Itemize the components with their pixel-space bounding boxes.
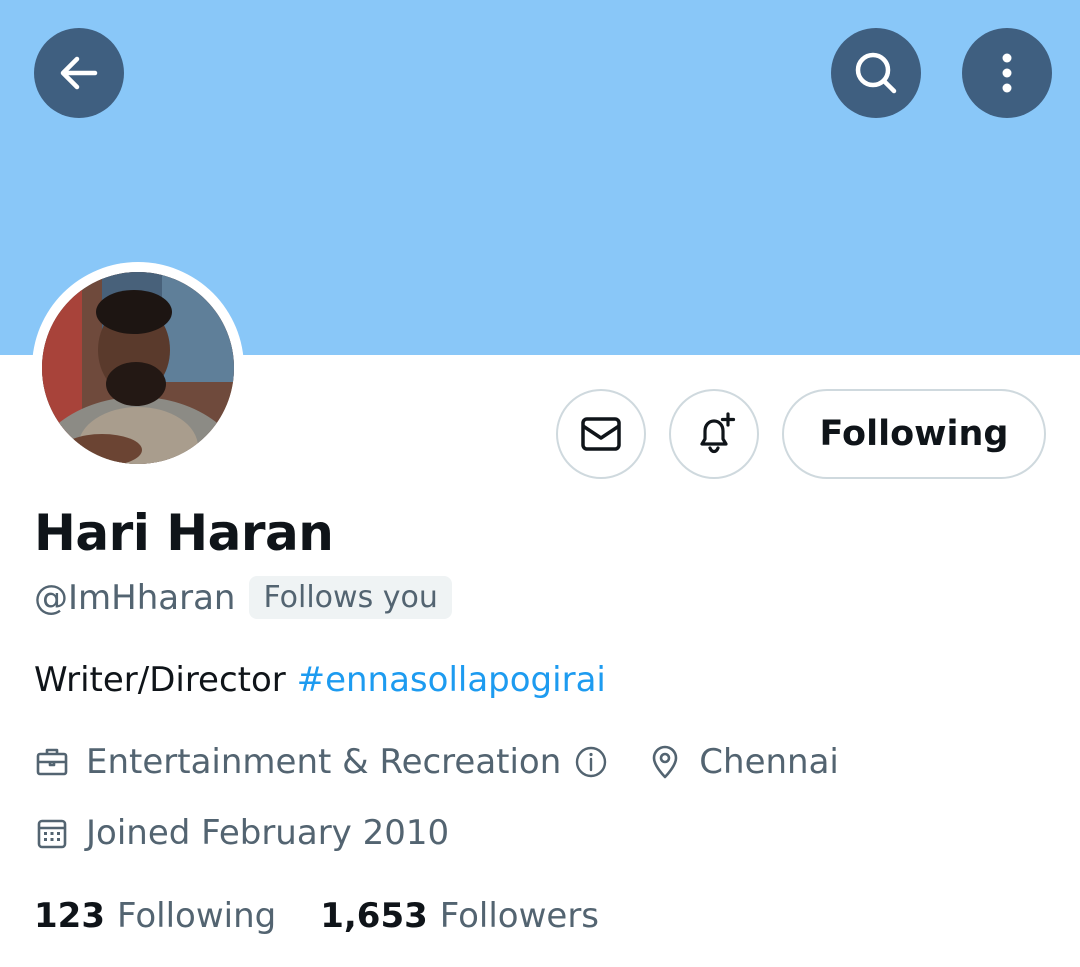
map-pin-icon [652, 745, 678, 779]
bio-hashtag-link[interactable]: #ennasollapogirai [297, 660, 606, 700]
following-label: Following [116, 896, 277, 936]
followers-count-link[interactable]: 1,653 Followers [320, 896, 599, 936]
envelope-icon [581, 417, 621, 451]
following-count-link[interactable]: 123 Following [34, 896, 276, 936]
avatar-photo [42, 272, 234, 464]
user-handle: @ImHharan [34, 577, 236, 618]
search-icon [855, 52, 897, 94]
bio-text: Writer/Director [34, 660, 297, 700]
search-button[interactable] [831, 28, 921, 118]
back-button[interactable] [34, 28, 124, 118]
profile-category: Entertainment & Recreation [86, 742, 562, 782]
follow-counts: 123 Following 1,653 Followers [34, 896, 599, 936]
avatar-frame[interactable] [32, 262, 244, 474]
display-name: Hari Haran [34, 504, 334, 562]
info-icon[interactable] [573, 744, 609, 780]
bell-plus-icon [700, 412, 736, 454]
more-options-button[interactable] [962, 28, 1052, 118]
followers-label: Followers [439, 896, 600, 936]
followers-count: 1,653 [320, 896, 428, 936]
bio: Writer/Director #ennasollapogirai [34, 660, 606, 700]
calendar-icon [37, 819, 67, 849]
following-count: 123 [34, 896, 105, 936]
arrow-left-icon [60, 56, 98, 90]
follows-you-badge: Follows you [249, 576, 452, 619]
following-button[interactable]: Following [782, 389, 1046, 479]
profile-meta-row: Entertainment & Recreation Chennai [34, 742, 839, 782]
more-vertical-icon [1002, 53, 1012, 93]
notifications-button[interactable] [669, 389, 759, 479]
avatar[interactable] [42, 272, 234, 464]
message-button[interactable] [556, 389, 646, 479]
profile-location: Chennai [699, 742, 839, 782]
handle-row: @ImHharan Follows you [34, 576, 452, 619]
briefcase-icon [36, 748, 68, 776]
joined-row: Joined February 2010 [34, 813, 449, 853]
joined-date: Joined February 2010 [86, 813, 450, 853]
